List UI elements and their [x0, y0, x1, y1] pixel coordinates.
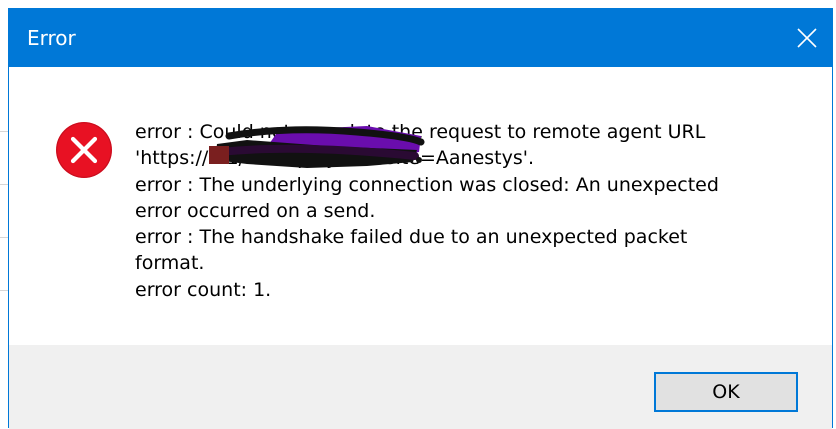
error-message: error : Could not complete the request t… — [135, 121, 719, 301]
dialog-content: error : Could not complete the request t… — [9, 67, 832, 345]
ok-button[interactable]: OK — [654, 372, 798, 412]
dialog-footer: OK — [9, 345, 832, 429]
error-icon — [56, 122, 112, 178]
dialog-titlebar: Error — [9, 9, 832, 67]
error-dialog: Error error : Could not complete the req… — [8, 8, 833, 429]
dialog-title: Error — [27, 26, 76, 50]
focus-rect — [658, 376, 794, 408]
close-button[interactable] — [782, 9, 832, 67]
close-icon — [797, 28, 817, 48]
